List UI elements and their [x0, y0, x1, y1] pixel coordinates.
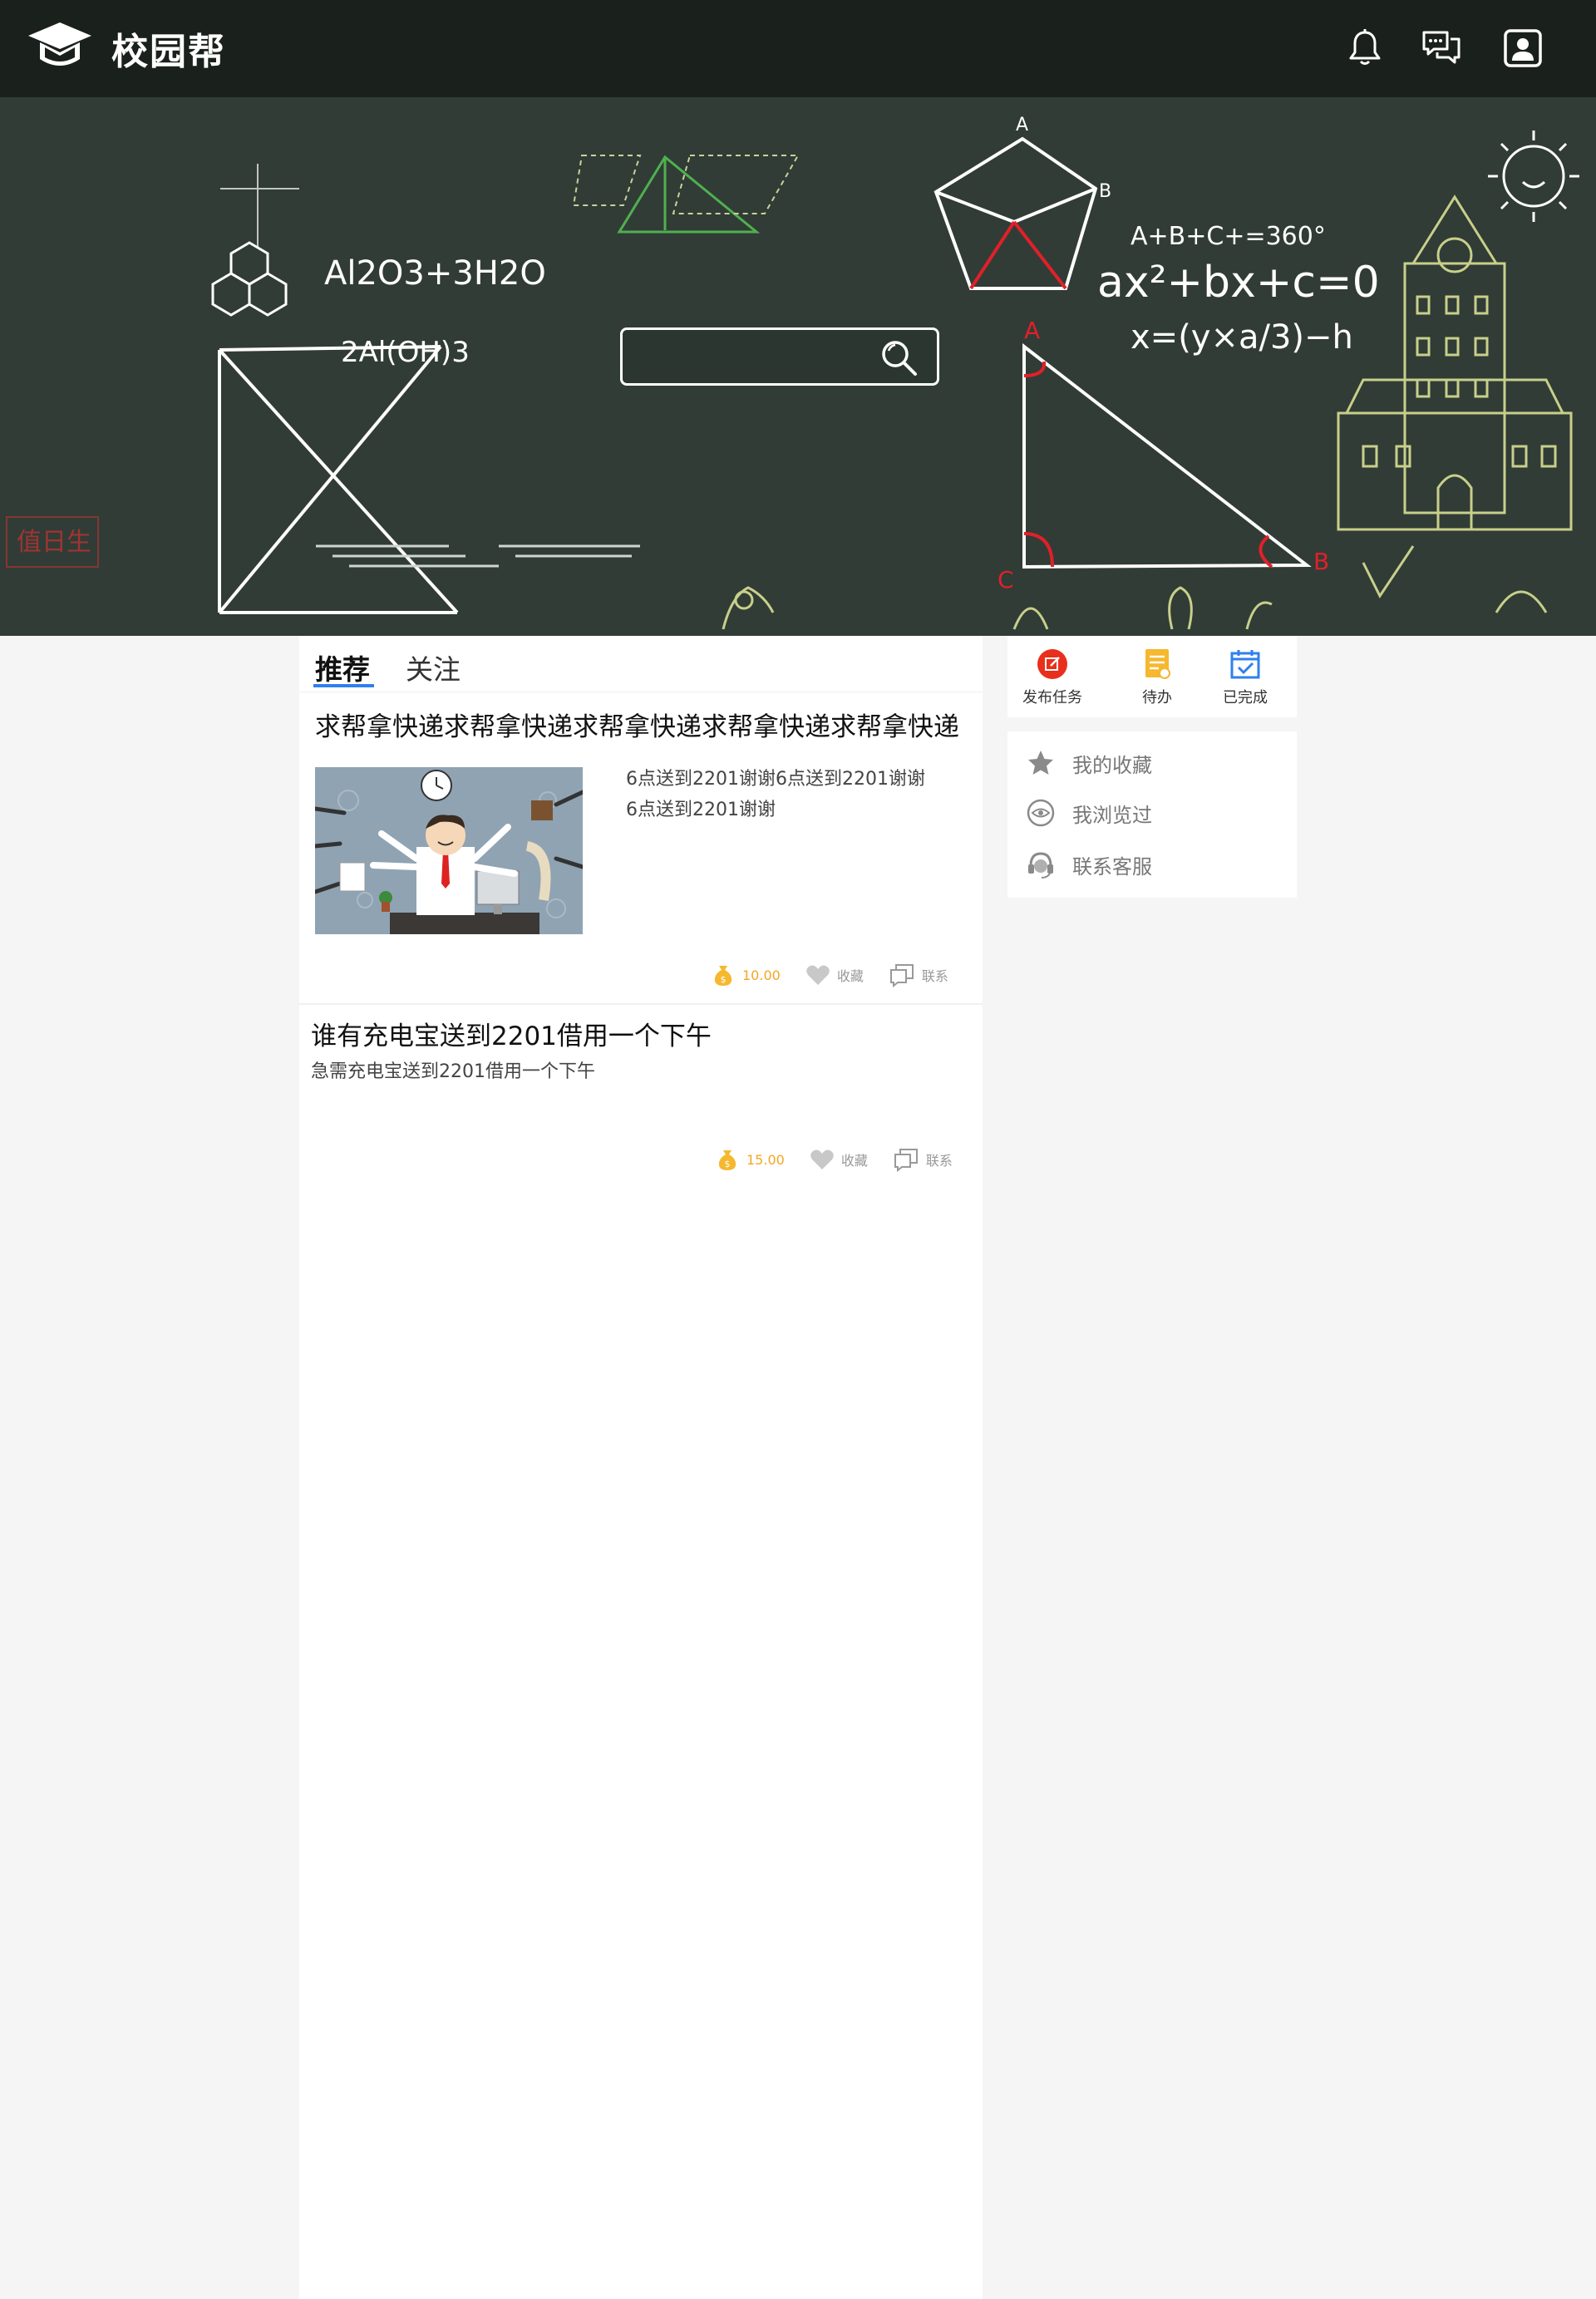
- quick-action-label: 已完成: [1223, 689, 1268, 706]
- chalk-label-a2: A: [1024, 317, 1040, 344]
- active-tab-indicator: [313, 684, 374, 687]
- search-button[interactable]: [879, 337, 920, 379]
- task-card[interactable]: 求帮拿快递求帮拿快递求帮拿快递求帮拿快递求帮拿快递 6点送到2201谢谢6点送到…: [299, 692, 983, 1005]
- heart-icon: [806, 965, 830, 985]
- notification-button[interactable]: [1342, 25, 1388, 71]
- reward-value: 15.00: [746, 1151, 785, 1168]
- quick-action-label: 发布任务: [1022, 689, 1082, 706]
- favorite-label: 收藏: [836, 968, 864, 984]
- edit-icon: [1037, 649, 1067, 679]
- task-title[interactable]: 谁有充电宝送到2201借用一个下午: [311, 1015, 712, 1052]
- search-icon: [882, 341, 917, 376]
- menu-item-label: 我的收藏: [1072, 753, 1152, 777]
- chalk-label-a1: A: [1016, 115, 1028, 135]
- contact-label: 联系: [921, 968, 948, 984]
- task-description-line: 6点送到2201谢谢: [626, 800, 776, 820]
- reward-value: 10.00: [742, 967, 781, 983]
- top-navigation-bar: 校园帮: [0, 0, 1596, 97]
- quick-action-label: 待办: [1142, 689, 1172, 706]
- svg-text:$: $: [725, 1159, 731, 1169]
- chat-icon: [1422, 31, 1461, 64]
- chalk-formula-4: ax²+bx+c=0: [1097, 258, 1380, 308]
- task-description-line: 6点送到2201谢谢6点送到2201谢谢: [626, 769, 925, 790]
- user-icon: [1504, 29, 1542, 67]
- tab-recommended[interactable]: 推荐: [315, 647, 370, 687]
- menu-item-label: 联系客服: [1072, 854, 1152, 879]
- headset-icon: [1028, 852, 1053, 879]
- reward-amount: $ 15.00: [715, 1147, 785, 1172]
- chalk-label-b1: B: [1099, 181, 1111, 202]
- heart-icon: [810, 1150, 834, 1169]
- menu-item-history[interactable]: 我浏览过: [1026, 798, 1152, 828]
- task-title[interactable]: 求帮拿快递求帮拿快递求帮拿快递求帮拿快递求帮拿快递: [315, 706, 959, 743]
- task-description: 急需充电宝送到2201借用一个下午: [311, 1061, 595, 1082]
- messages-button[interactable]: [1418, 25, 1465, 71]
- search-input[interactable]: [634, 340, 875, 375]
- contact-button[interactable]: 联系: [893, 1147, 953, 1172]
- menu-item-support[interactable]: 联系客服: [1026, 849, 1152, 879]
- chalk-formula-5: x=(y×a/3)−h: [1130, 318, 1353, 357]
- favorite-button[interactable]: 收藏: [805, 963, 864, 987]
- chalk-formula-1: Al2O3+3H2O: [324, 254, 546, 293]
- chat-bubbles-icon: [889, 964, 914, 987]
- tab-following[interactable]: 关注: [406, 647, 461, 687]
- chalk-formula-3: A+B+C+=360°: [1130, 222, 1326, 251]
- contact-button[interactable]: 联系: [889, 962, 948, 987]
- favorite-label: 收藏: [840, 1153, 868, 1169]
- chalk-label-c: C: [998, 566, 1014, 593]
- quick-actions-panel: 发布任务 待办 已完成: [1007, 636, 1297, 717]
- chalk-duty-sign: 值日生: [17, 528, 91, 557]
- reward-amount: $ 10.00: [711, 962, 781, 987]
- profile-button[interactable]: [1500, 25, 1546, 71]
- favorite-button[interactable]: 收藏: [810, 1148, 868, 1171]
- hero-banner: Al2O3+3H2O 2Al(OH)3 值日生 A B A+B+C+=360° …: [0, 97, 1596, 636]
- task-feed: 推荐 关注 求帮拿快递求帮拿快递求帮拿快递求帮拿快递求帮拿快递 6点送到2201…: [299, 636, 983, 2299]
- todo-icon: [1145, 649, 1170, 679]
- feed-tabs: 推荐 关注: [299, 636, 983, 692]
- eye-icon: [1027, 799, 1055, 827]
- task-meta: $ 15.00 收藏 联系: [715, 1143, 978, 1176]
- menu-item-label: 我浏览过: [1072, 803, 1152, 827]
- chalk-formula-2: 2Al(OH)3: [341, 336, 470, 369]
- bell-icon: [1349, 29, 1381, 65]
- task-card[interactable]: 谁有充电宝送到2201借用一个下午 急需充电宝送到2201借用一个下午 $ 15…: [299, 1005, 983, 1196]
- user-menu-panel: 我的收藏 我浏览过 联系客服: [1007, 731, 1297, 898]
- money-bag-icon: $: [718, 1150, 736, 1170]
- graduation-cap-icon: [28, 22, 91, 66]
- menu-item-favorites[interactable]: 我的收藏: [1026, 748, 1152, 778]
- todo-button[interactable]: 待办: [1116, 647, 1199, 707]
- chat-bubbles-icon: [894, 1149, 918, 1172]
- publish-task-button[interactable]: 发布任务: [1011, 647, 1094, 707]
- task-meta: $ 10.00 收藏 联系: [711, 958, 973, 992]
- task-description: 6点送到2201谢谢6点送到2201谢谢 6点送到2201谢谢: [626, 764, 975, 825]
- app-name: 校园帮: [111, 31, 226, 73]
- task-illustration: [315, 767, 583, 934]
- completed-button[interactable]: 已完成: [1204, 647, 1287, 707]
- money-bag-icon: $: [714, 966, 732, 986]
- calendar-check-icon: [1230, 650, 1260, 679]
- app-logo[interactable]: 校园帮: [27, 17, 226, 80]
- chalk-label-b2: B: [1313, 548, 1329, 575]
- search-box: [620, 327, 939, 386]
- contact-label: 联系: [925, 1153, 953, 1169]
- svg-text:$: $: [721, 974, 727, 985]
- star-icon: [1028, 751, 1053, 775]
